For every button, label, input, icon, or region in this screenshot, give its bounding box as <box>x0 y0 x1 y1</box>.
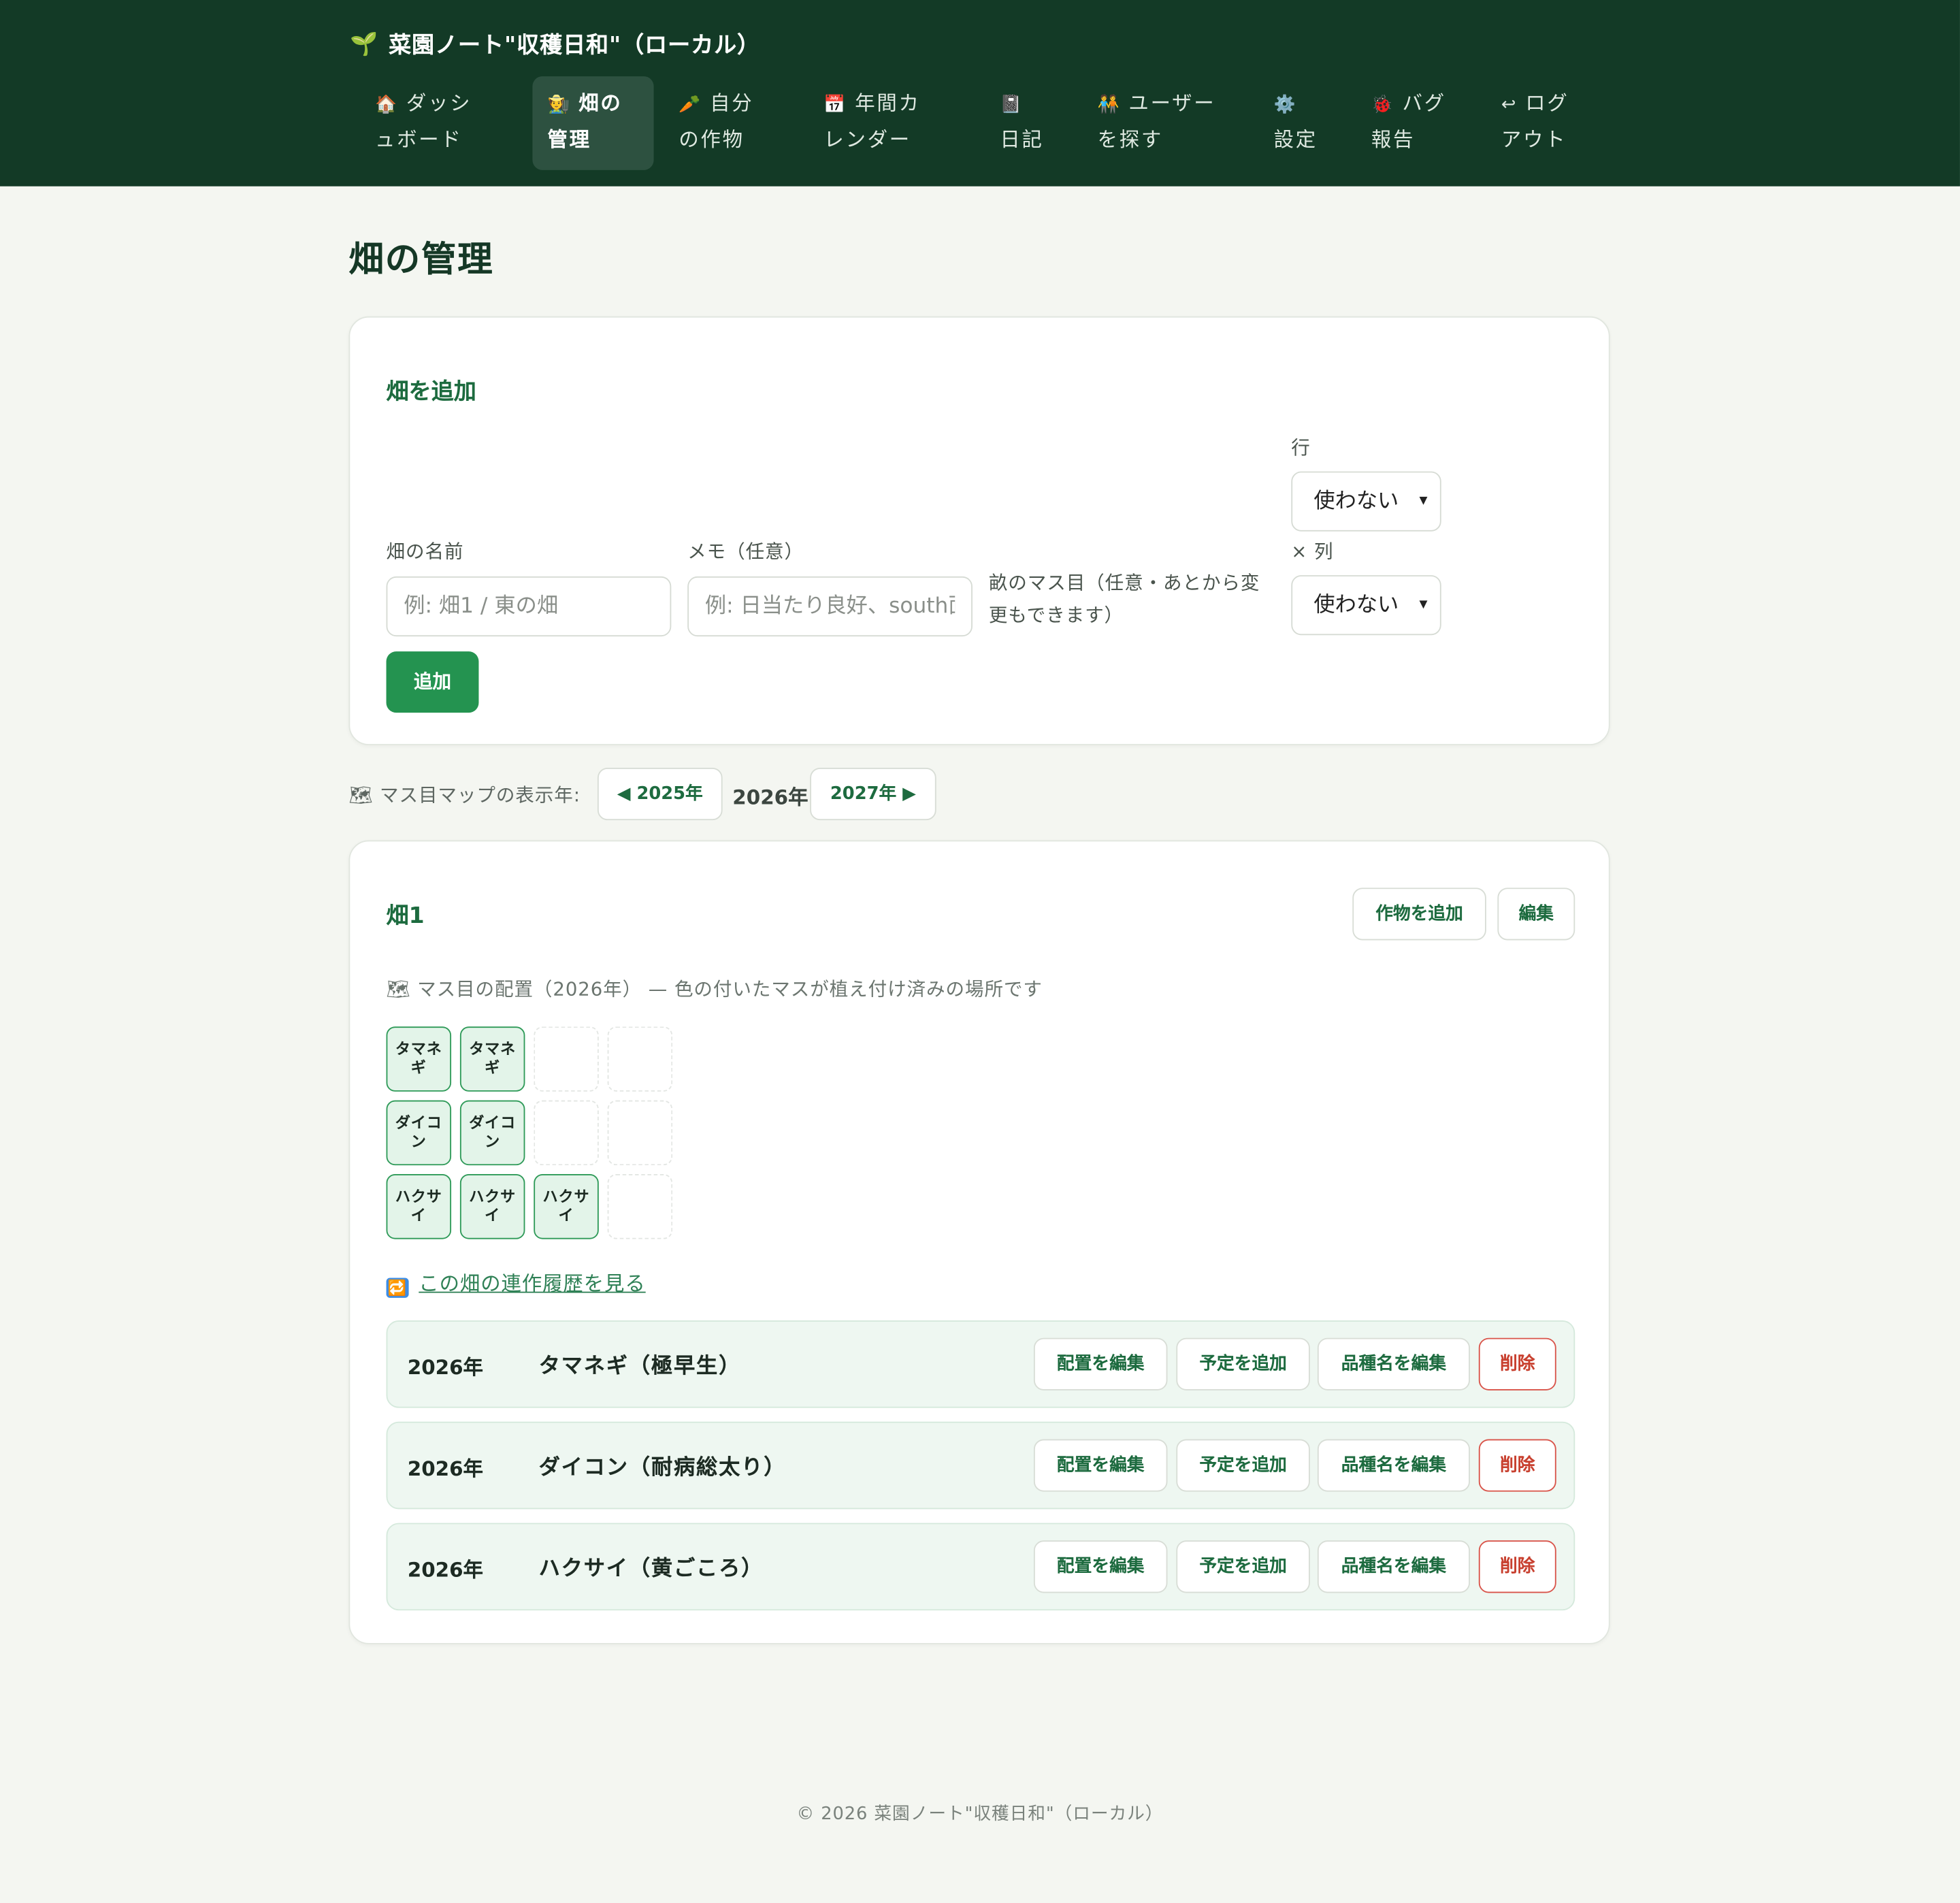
grid-cell-label: ハクサイ <box>542 1188 590 1224</box>
add-field-button[interactable]: 追加 <box>386 651 479 713</box>
repeat-icon: 🔁 <box>386 1278 409 1298</box>
grid-cell-planted[interactable]: ハクサイ <box>459 1174 525 1239</box>
map-icon: 🗺 <box>348 783 380 807</box>
nav-item-my-crops[interactable]: 🥕 自分の作物 <box>664 76 789 170</box>
grid-size-label: 畝のマス目（任意・あとから変更もできます） <box>988 571 1260 627</box>
grid-cell-planted[interactable]: ダイコン <box>459 1100 525 1166</box>
app-root: 🌱 菜園ノート"収穫日和"（ローカル） 🏠 ダッシュボード 🧑‍🌾 畑の管理 🥕 自分… <box>0 0 1960 1903</box>
prev-year-button[interactable]: ◀ 2025年 <box>597 767 723 821</box>
field-card: 畑1 作物を追加 編集 🗺 マス目の配置（2026年） — 色の付いたマスが植え… <box>348 840 1610 1644</box>
nav-item-dashboard[interactable]: 🏠 ダッシュボード <box>360 76 508 170</box>
grid-cell-label: ハクサイ <box>469 1188 517 1224</box>
nav-item-diary[interactable]: 📓 日記 <box>985 76 1062 170</box>
delete-button[interactable]: 削除 <box>1478 1337 1556 1390</box>
grid-cell-empty[interactable] <box>607 1026 673 1092</box>
top-header: 🌱 菜園ノート"収穫日和"（ローカル） 🏠 ダッシュボード 🧑‍🌾 畑の管理 🥕 自分… <box>0 0 1960 186</box>
grid-cell-empty[interactable] <box>607 1174 673 1239</box>
grid-caption: 🗺 マス目の配置（2026年） — 色の付いたマスが植え付け済みの場所です <box>387 975 1043 1002</box>
year-nav-caption-text: マス目マップの表示年: <box>380 783 581 807</box>
grid-cell-label: ハクサイ <box>395 1188 442 1224</box>
rows-select-value: 使わない <box>1313 489 1399 515</box>
grid-caption-text: マス目の配置（2026年） — 色の付いたマスが植え付け済みの場所です <box>417 977 1043 1001</box>
grid-cell-label: ダイコン <box>395 1113 442 1151</box>
cols-label: × 列 <box>1291 540 1334 563</box>
add-plan-button[interactable]: 予定を追加 <box>1176 1439 1310 1492</box>
edit-variety-button[interactable]: 品種名を編集 <box>1317 1540 1470 1593</box>
cols-select[interactable]: 使わない ▾ <box>1291 575 1441 636</box>
delete-button[interactable]: 削除 <box>1478 1540 1556 1593</box>
nav-item-find-users[interactable]: 🧑‍🤝‍🧑 ユーザーを探す <box>1083 76 1232 170</box>
current-year: 2026年 <box>732 785 808 809</box>
nav-item-calendar[interactable]: 📅 年間カレンダー <box>808 76 956 170</box>
brand[interactable]: 🌱 菜園ノート"収穫日和"（ローカル） <box>350 27 760 60</box>
planting-crop-name: タマネギ（極早生） <box>538 1354 742 1380</box>
rotation-history-text: この畑の連作履歴を見る <box>419 1271 646 1296</box>
field-name-input[interactable] <box>386 576 672 637</box>
people-icon: 🧑‍🤝‍🧑 <box>1097 95 1122 116</box>
field-name: 畑1 <box>386 902 425 929</box>
nav-item-logout[interactable]: ↩ ログアウト <box>1486 76 1604 170</box>
planting-crop-name: ハクサイ（黄ごころ） <box>538 1557 764 1582</box>
calendar-icon: 📅 <box>823 95 848 116</box>
grid-cell-empty[interactable] <box>534 1026 599 1092</box>
edit-variety-button[interactable]: 品種名を編集 <box>1317 1337 1470 1390</box>
grid-cell-planted[interactable]: タマネギ <box>386 1026 452 1092</box>
chevron-down-icon: ▾ <box>1419 491 1428 510</box>
nav-item-settings[interactable]: ⚙️ 設定 <box>1259 76 1337 170</box>
add-field-title: 畑を追加 <box>386 378 476 406</box>
grid-cell-label: タマネギ <box>395 1040 442 1077</box>
nav-item-fields[interactable]: 🧑‍🌾 畑の管理 <box>532 76 654 170</box>
delete-button[interactable]: 削除 <box>1478 1439 1556 1492</box>
edit-variety-button[interactable]: 品種名を編集 <box>1317 1439 1470 1492</box>
nav-label: 設定 <box>1273 127 1318 152</box>
memo-label: メモ（任意） <box>687 540 804 563</box>
edit-field-button[interactable]: 編集 <box>1497 888 1575 941</box>
grid-cell-empty[interactable] <box>534 1100 599 1166</box>
grid-cell-planted[interactable]: タマネギ <box>459 1026 525 1092</box>
rows-label: 行 <box>1291 436 1311 459</box>
add-plan-button[interactable]: 予定を追加 <box>1176 1337 1310 1390</box>
planting-year: 2026年 <box>407 1457 483 1481</box>
house-icon: 🏠 <box>375 95 399 116</box>
page-title: 畑の管理 <box>348 238 494 280</box>
nav-label: 日記 <box>1000 127 1044 152</box>
cols-select-value: 使わない <box>1313 592 1399 618</box>
memo-input[interactable] <box>687 576 973 637</box>
planting-crop-name: ダイコン（耐病総太り） <box>538 1455 787 1481</box>
map-icon: 🗺 <box>386 977 418 1001</box>
add-field-card: 畑を追加 畑の名前 メモ（任意） 畝のマス目（任意・あとから変更もできます） 行… <box>348 316 1610 745</box>
bug-icon: 🐞 <box>1371 95 1395 116</box>
nav-item-bug-report[interactable]: 🐞 バグ報告 <box>1356 76 1469 170</box>
planting-row: 2026年 タマネギ（極早生） 配置を編集 予定を追加 品種名を編集 削除 <box>386 1320 1575 1408</box>
farmer-icon: 🧑‍🌾 <box>547 95 572 116</box>
rotation-history-link[interactable]: 🔁 この畑の連作履歴を見る <box>386 1267 646 1298</box>
notebook-icon: 📓 <box>1000 95 1024 116</box>
next-year-button[interactable]: 2027年 ▶ <box>810 767 936 821</box>
footer: © 2026 菜園ノート"収穫日和"（ローカル） <box>796 1804 1164 1825</box>
grid-cell-planted[interactable]: ダイコン <box>386 1100 452 1166</box>
field-name-label: 畑の名前 <box>386 540 464 563</box>
edit-layout-button[interactable]: 配置を編集 <box>1033 1337 1168 1390</box>
grid-cell-planted[interactable]: ハクサイ <box>534 1174 599 1239</box>
year-nav-caption: 🗺 マス目マップの表示年: <box>348 781 580 808</box>
chevron-down-icon: ▾ <box>1419 595 1428 615</box>
add-crop-button[interactable]: 作物を追加 <box>1352 888 1486 941</box>
edit-layout-button[interactable]: 配置を編集 <box>1033 1540 1168 1593</box>
planting-year: 2026年 <box>407 1558 483 1582</box>
logout-arrow-icon: ↩ <box>1501 95 1518 116</box>
brand-title: 菜園ノート"収穫日和"（ローカル） <box>389 32 761 59</box>
planting-row: 2026年 ダイコン（耐病総太り） 配置を編集 予定を追加 品種名を編集 削除 <box>386 1421 1575 1510</box>
add-plan-button[interactable]: 予定を追加 <box>1176 1540 1310 1593</box>
edit-layout-button[interactable]: 配置を編集 <box>1033 1439 1168 1492</box>
grid-cell-label: タマネギ <box>469 1040 517 1077</box>
seedling-icon: 🌱 <box>350 31 379 57</box>
planting-year: 2026年 <box>407 1355 483 1380</box>
rows-select[interactable]: 使わない ▾ <box>1291 471 1441 532</box>
grid-cell-planted[interactable]: ハクサイ <box>386 1174 452 1239</box>
carrot-icon: 🥕 <box>679 95 703 116</box>
grid-cell-label: ダイコン <box>469 1113 517 1151</box>
grid-cell-empty[interactable] <box>607 1100 673 1166</box>
gear-icon: ⚙️ <box>1273 95 1298 116</box>
planting-row: 2026年 ハクサイ（黄ごころ） 配置を編集 予定を追加 品種名を編集 削除 <box>386 1523 1575 1611</box>
